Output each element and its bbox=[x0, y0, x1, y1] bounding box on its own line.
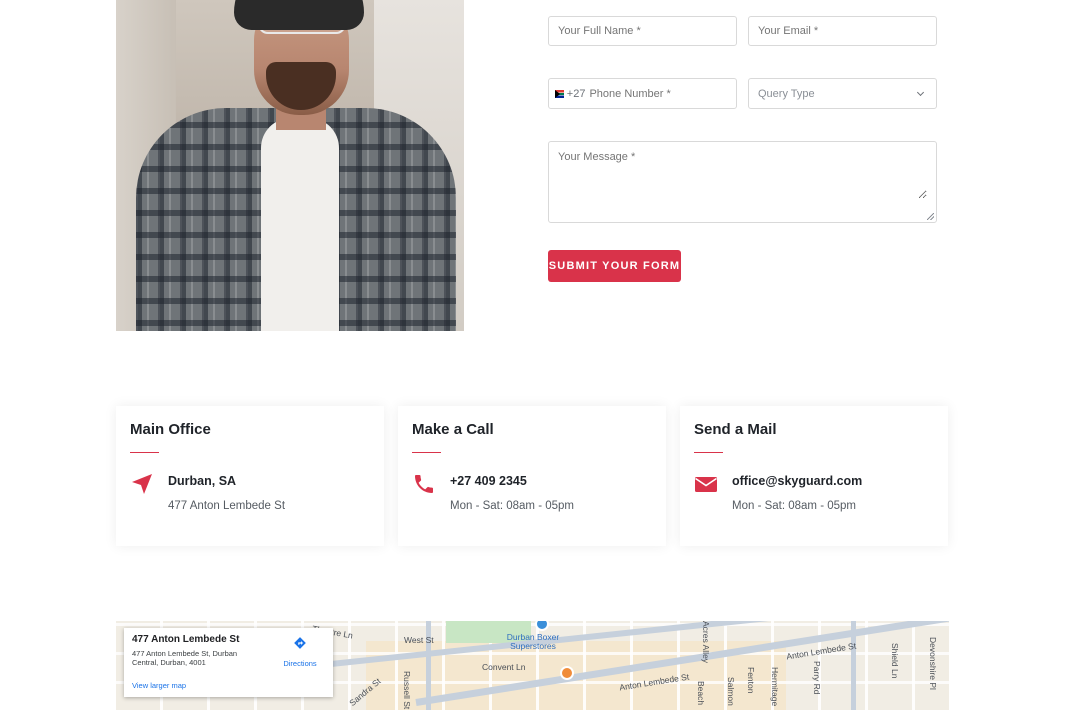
resize-handle-icon[interactable] bbox=[927, 213, 934, 220]
card-divider bbox=[412, 452, 441, 453]
map-road-parry bbox=[851, 621, 856, 710]
map-label: Russell St bbox=[402, 671, 412, 710]
card-title: Send a Mail bbox=[694, 421, 777, 438]
map-label: Parry Rd bbox=[812, 661, 822, 695]
email-link[interactable]: office@skyguard.com bbox=[732, 474, 862, 488]
google-map-embed[interactable]: West St Durban Boxer Superstores Convent… bbox=[116, 621, 949, 710]
full-name-field[interactable] bbox=[548, 16, 737, 46]
directions-button[interactable]: Directions bbox=[280, 636, 320, 671]
chevron-down-icon[interactable] bbox=[916, 88, 925, 96]
office-address: 477 Anton Lembede St bbox=[168, 500, 286, 512]
full-name-input[interactable] bbox=[558, 25, 727, 37]
phone-input[interactable] bbox=[589, 87, 727, 100]
map-label: Durban Boxer Superstores bbox=[506, 632, 560, 651]
message-textarea[interactable] bbox=[558, 151, 927, 199]
directions-icon[interactable] bbox=[293, 636, 307, 650]
map-label: Devonshire Pl bbox=[928, 637, 938, 690]
email-input[interactable] bbox=[758, 25, 927, 37]
south-africa-flag-icon[interactable] bbox=[555, 89, 564, 98]
map-label: Hermitage bbox=[770, 667, 780, 707]
phone-number-link[interactable]: +27 409 2345 bbox=[450, 474, 527, 488]
make-a-call-card: Make a Call +27 409 2345 Mon - Sat: 08am… bbox=[398, 406, 666, 546]
office-city: Durban, SA bbox=[168, 474, 237, 488]
message-field[interactable] bbox=[548, 141, 937, 223]
contact-photo bbox=[116, 0, 464, 331]
send-a-mail-card: Send a Mail office@skyguard.com Mon - Sa… bbox=[680, 406, 948, 546]
map-place-card: 477 Anton Lembede St 477 Anton Lembede S… bbox=[124, 628, 333, 697]
phone-country-code[interactable]: +27 bbox=[567, 88, 586, 100]
phone-icon bbox=[415, 475, 433, 493]
mail-hours: Mon - Sat: 08am - 05pm bbox=[732, 500, 856, 512]
query-type-value[interactable]: Query Type bbox=[758, 88, 815, 100]
card-divider bbox=[694, 452, 723, 453]
map-label: Fenton bbox=[746, 667, 756, 694]
phone-field[interactable]: +27 bbox=[548, 78, 737, 109]
card-title: Main Office bbox=[130, 421, 211, 438]
card-title: Make a Call bbox=[412, 421, 494, 438]
submit-form-button[interactable]: SUBMIT YOUR FORM bbox=[548, 250, 681, 282]
view-larger-map-link[interactable]: View larger map bbox=[132, 681, 186, 690]
call-hours: Mon - Sat: 08am - 05pm bbox=[450, 500, 574, 512]
map-label: Beach bbox=[696, 681, 706, 706]
map-label: West St bbox=[404, 635, 434, 645]
photo-tshirt bbox=[261, 118, 339, 331]
query-type-select[interactable]: Query Type bbox=[748, 78, 937, 109]
map-label: Shield Ln bbox=[890, 643, 900, 679]
card-divider bbox=[130, 452, 159, 453]
photo-hard-hat bbox=[234, 0, 364, 30]
location-arrow-icon bbox=[132, 474, 152, 494]
main-office-card: Main Office Durban, SA 477 Anton Lembede… bbox=[116, 406, 384, 546]
map-label: Acres Alley bbox=[701, 621, 711, 664]
directions-label[interactable]: Directions bbox=[283, 659, 316, 668]
restaurant-pin-icon[interactable] bbox=[560, 666, 574, 680]
map-label: Convent Ln bbox=[482, 662, 526, 672]
map-label: Salmon bbox=[726, 677, 736, 706]
place-address: 477 Anton Lembede St, Durban Central, Du… bbox=[132, 649, 238, 667]
envelope-icon bbox=[695, 477, 717, 492]
email-field[interactable] bbox=[748, 16, 937, 46]
